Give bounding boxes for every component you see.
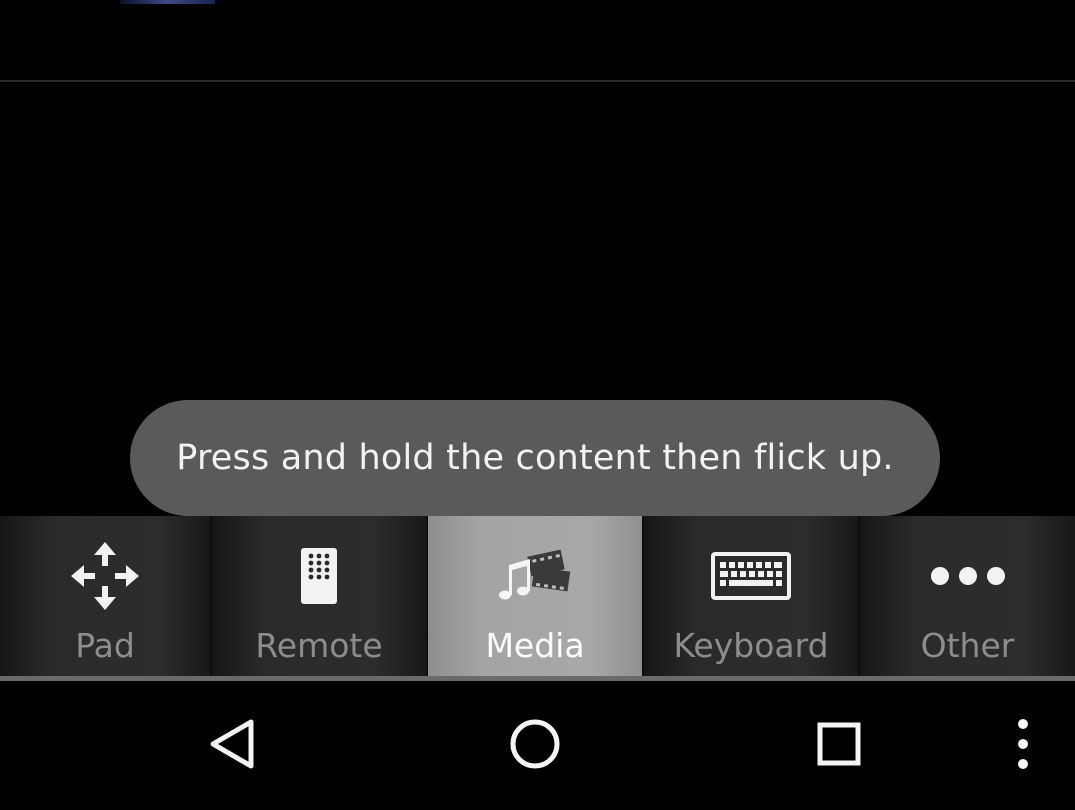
tab-media[interactable]: Media (428, 516, 644, 676)
top-image-sliver (120, 0, 215, 4)
bottom-tab-bar: Pad Remote Media Keyboard Other (0, 516, 1075, 676)
media-music-film-icon (495, 538, 575, 614)
recents-square-icon (815, 720, 863, 772)
tab-keyboard[interactable]: Keyboard (644, 516, 860, 676)
system-navigation-bar (0, 681, 1075, 810)
tab-other[interactable]: Other (860, 516, 1075, 676)
overflow-menu-icon (1016, 718, 1030, 774)
overflow-menu-button[interactable] (988, 711, 1058, 781)
tab-other-label: Other (920, 626, 1015, 665)
back-button[interactable] (197, 711, 267, 781)
home-circle-icon (508, 717, 562, 775)
tab-keyboard-label: Keyboard (673, 626, 829, 665)
more-dots-icon (928, 538, 1008, 614)
remote-control-icon (279, 538, 359, 614)
top-content-area (0, 0, 1075, 80)
tab-pad-label: Pad (75, 626, 135, 665)
hint-toast-text: Press and hold the content then flick up… (176, 438, 894, 478)
keyboard-icon (711, 538, 791, 614)
hint-toast: Press and hold the content then flick up… (130, 400, 940, 516)
tab-pad[interactable]: Pad (0, 516, 212, 676)
recents-button[interactable] (804, 711, 874, 781)
home-button[interactable] (500, 711, 570, 781)
tab-remote[interactable]: Remote (212, 516, 428, 676)
tab-media-label: Media (485, 626, 585, 665)
back-triangle-icon (207, 718, 257, 774)
tab-remote-label: Remote (255, 626, 383, 665)
dpad-arrows-icon (65, 538, 145, 614)
